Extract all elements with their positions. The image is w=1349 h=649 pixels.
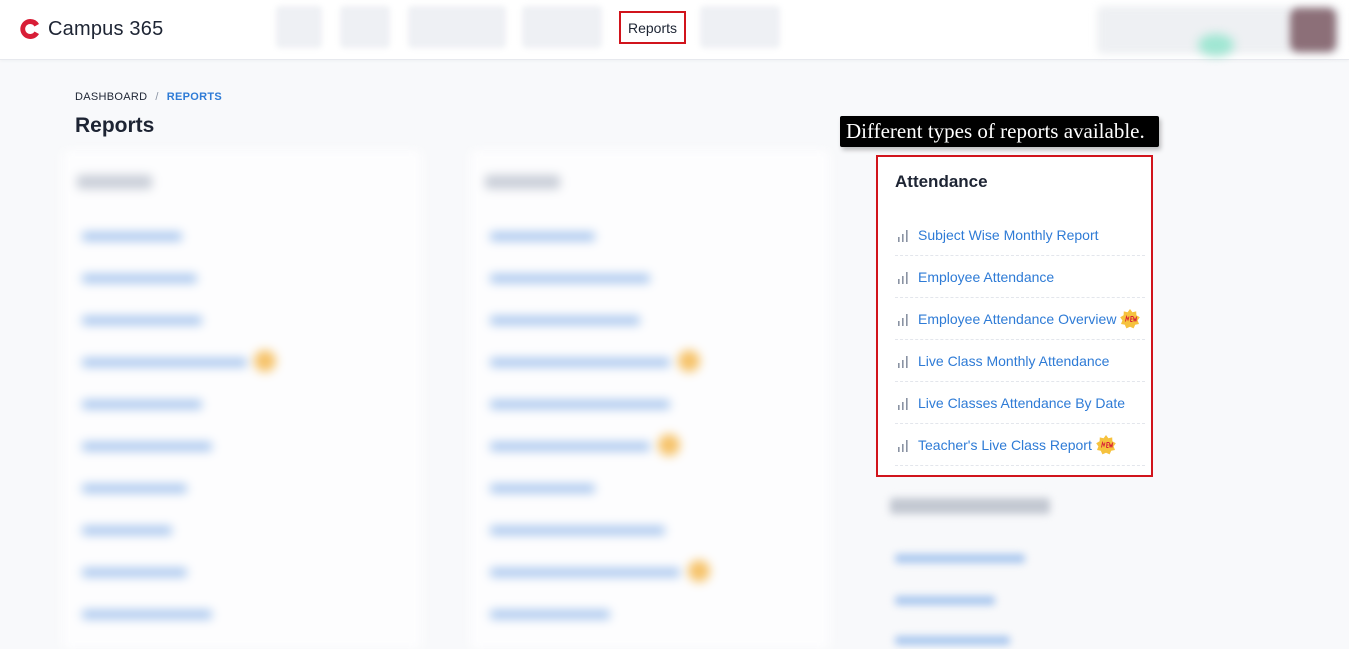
report-link-teachers-live-class-report[interactable]: Teacher's Live Class Report: [895, 424, 1145, 466]
report-link-live-classes-attendance-by-date[interactable]: Live Classes Attendance By Date: [895, 382, 1145, 424]
report-section-blurred-1: [62, 150, 422, 649]
report-link-label[interactable]: Live Class Monthly Attendance: [918, 353, 1109, 369]
bar-chart-icon: [898, 271, 908, 284]
nav-item-blurred[interactable]: [522, 6, 602, 48]
report-link-label[interactable]: Employee Attendance: [918, 269, 1054, 285]
breadcrumb-current: REPORTS: [166, 91, 223, 103]
avatar[interactable]: [1290, 8, 1336, 52]
report-link-employee-attendance-overview[interactable]: Employee Attendance Overview: [895, 298, 1145, 340]
bar-chart-icon: [898, 439, 908, 452]
nav-item-blurred[interactable]: [700, 6, 780, 48]
breadcrumb-separator: /: [155, 91, 159, 103]
nav-item-blurred[interactable]: [408, 6, 506, 48]
attendance-report-list: Subject Wise Monthly Report Employee Att…: [895, 214, 1145, 466]
report-link-label[interactable]: Subject Wise Monthly Report: [918, 227, 1099, 243]
nav-item-blurred[interactable]: [340, 6, 390, 48]
report-link-label[interactable]: Employee Attendance Overview: [918, 311, 1116, 327]
top-navbar: Campus 365 Reports: [0, 0, 1349, 60]
new-badge-icon: [1120, 308, 1141, 328]
report-link-subject-wise-monthly[interactable]: Subject Wise Monthly Report: [895, 214, 1145, 256]
app-name: Campus 365: [48, 17, 164, 40]
report-link-employee-attendance[interactable]: Employee Attendance: [895, 256, 1145, 298]
report-link-label[interactable]: Live Classes Attendance By Date: [918, 395, 1125, 411]
annotation-label: Different types of reports available.: [840, 116, 1159, 147]
app-logo[interactable]: Campus 365: [18, 17, 163, 41]
bar-chart-icon: [898, 229, 908, 242]
campus-logo-icon: [20, 18, 39, 39]
attendance-report-card: Attendance Subject Wise Monthly Report E…: [876, 155, 1153, 477]
breadcrumb: DASHBOARD / REPORTS: [75, 91, 222, 103]
bar-chart-icon: [898, 397, 908, 410]
nav-item-blurred[interactable]: [276, 6, 322, 48]
report-link-live-class-monthly-attendance[interactable]: Live Class Monthly Attendance: [895, 340, 1145, 382]
report-section-blurred-2: [470, 150, 830, 649]
bar-chart-icon: [898, 355, 908, 368]
breadcrumb-dashboard[interactable]: DASHBOARD: [75, 91, 147, 103]
attendance-section-title: Attendance: [895, 172, 988, 191]
page-title: Reports: [75, 114, 155, 137]
notification-indicator: [1198, 34, 1234, 56]
report-section-blurred-3: [880, 478, 1150, 649]
nav-reports-tab[interactable]: Reports: [619, 11, 686, 44]
bar-chart-icon: [898, 313, 908, 326]
report-link-label[interactable]: Teacher's Live Class Report: [918, 437, 1092, 453]
new-badge-icon: [1096, 434, 1116, 454]
